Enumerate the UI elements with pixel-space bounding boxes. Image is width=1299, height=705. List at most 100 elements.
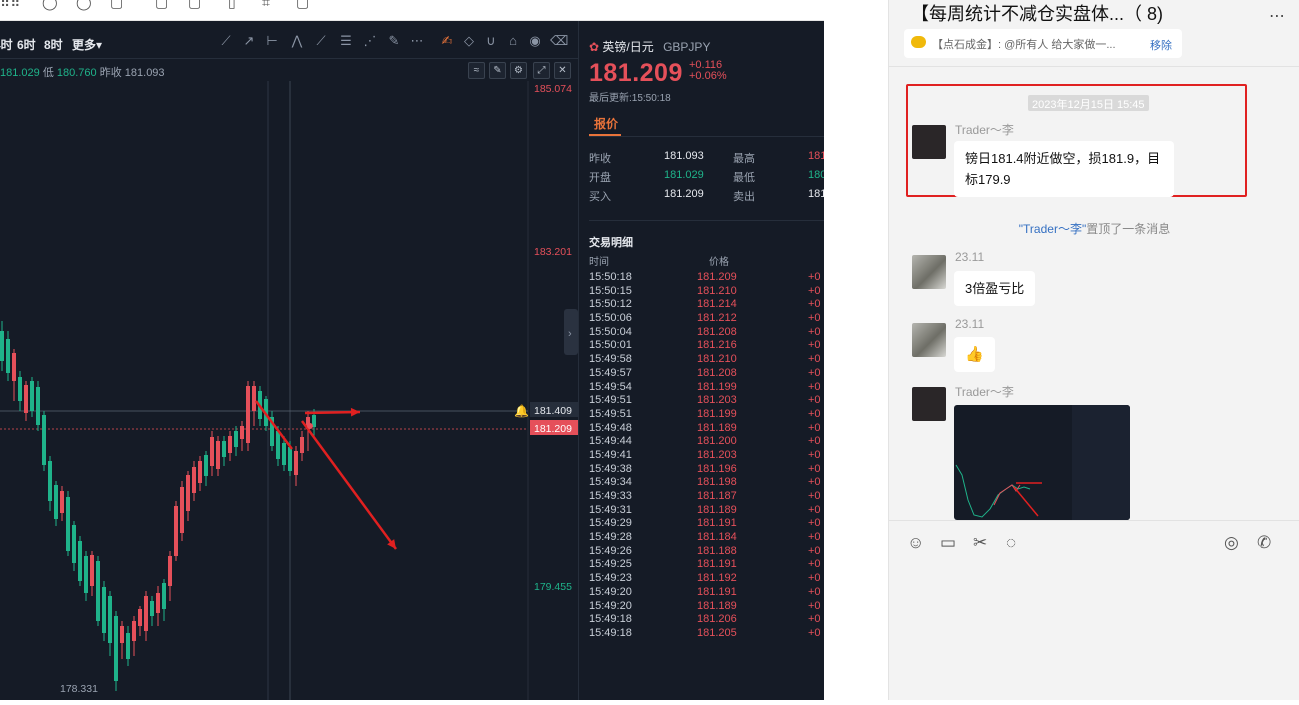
- stat-label: 最高: [733, 153, 755, 165]
- ray-line-icon[interactable]: ⟋: [218, 33, 234, 49]
- sys-user[interactable]: "Trader～李": [1019, 222, 1086, 236]
- trade-row: 15:49:58 181.210 +0: [589, 353, 824, 367]
- horizontal-line-icon[interactable]: ⊢: [264, 33, 280, 49]
- trade-row: 15:49:26 181.188 +0: [589, 545, 824, 559]
- message-timestamp: 2023年12月15日 15:45: [1028, 95, 1149, 111]
- trade-row: 15:49:51 181.199 +0: [589, 408, 824, 422]
- col-price: 价格: [709, 257, 729, 268]
- trade-time: 15:49:51: [589, 394, 632, 407]
- candle-body: [282, 443, 286, 465]
- stat-value: 181: [808, 150, 824, 162]
- trade-row: 15:49:20 181.191 +0: [589, 586, 824, 600]
- avatar[interactable]: [912, 323, 946, 357]
- brush-icon[interactable]: ✎: [386, 33, 402, 49]
- polyline-icon[interactable]: ⋀: [289, 33, 305, 49]
- candle-body: [168, 556, 172, 586]
- call-icon[interactable]: ✆: [1257, 533, 1271, 553]
- candle-body: [78, 541, 82, 581]
- stat-label: 昨收: [589, 153, 611, 165]
- close-icon[interactable]: ✕: [554, 62, 571, 79]
- layout-icon[interactable]: ▢: [188, 0, 201, 11]
- stat-value: 181: [808, 188, 824, 200]
- period-6h[interactable]: 6时: [17, 36, 36, 53]
- candlestick-chart[interactable]: › 🔔 185.074 183.201 179.455 181.409 181.209 178…: [0, 81, 578, 700]
- trade-time: 15:50:15: [589, 284, 632, 297]
- eraser-icon[interactable]: ◇: [461, 33, 477, 49]
- trash-icon[interactable]: ⌫: [550, 33, 568, 49]
- candle-body: [72, 525, 76, 563]
- trade-time: 15:49:38: [589, 462, 632, 475]
- stat-label: 买入: [589, 191, 611, 203]
- emoji-icon[interactable]: ☺: [907, 533, 924, 553]
- candle-body: [114, 616, 118, 681]
- magnet-icon[interactable]: ∪: [483, 33, 499, 49]
- sender-name: 23.11: [955, 317, 985, 331]
- chat-bubble-icon[interactable]: ◌: [1006, 533, 1016, 553]
- scissors-icon[interactable]: ✂: [973, 533, 987, 553]
- chart-toolbar: 4时 6时 8时 更多▾ ⟋ ↗ ⊢ ⋀ ⟋ ☰ ⋰ ✎ ⋯ ✍ ◇ ∪ ⌂ ◉…: [0, 21, 578, 59]
- draw-button[interactable]: ✎: [489, 62, 506, 79]
- search-icon[interactable]: ◯: [42, 0, 58, 11]
- phone-icon[interactable]: ▯: [228, 0, 236, 11]
- more-tools-icon[interactable]: ⋯: [409, 33, 425, 49]
- chart-canvas[interactable]: › 🔔 185.074 183.201 179.455 181.409 181.209 178…: [0, 81, 578, 700]
- camera-icon[interactable]: ◎: [1224, 533, 1239, 553]
- trade-time: 15:49:48: [589, 421, 632, 434]
- indicator-button[interactable]: ≈: [468, 62, 485, 79]
- eye-icon[interactable]: ◉: [527, 33, 543, 49]
- trade-time: 15:49:58: [589, 353, 632, 366]
- more-icon[interactable]: ⋯: [1269, 6, 1285, 26]
- folder-icon[interactable]: ▭: [940, 533, 956, 553]
- trade-change: +0: [808, 613, 821, 626]
- doc-icon[interactable]: ▢: [296, 0, 309, 11]
- trade-change: +0: [808, 572, 821, 585]
- fan-icon[interactable]: ⋰: [362, 33, 378, 49]
- period-8h[interactable]: 8时: [44, 36, 63, 53]
- sender-name: Trader～李: [955, 385, 1014, 399]
- thumbs-up-bubble[interactable]: 👍: [954, 337, 995, 372]
- avatar[interactable]: [912, 255, 946, 289]
- period-4h[interactable]: 4时: [0, 36, 13, 53]
- price-label-mid: 183.201: [534, 246, 572, 258]
- message-bubble[interactable]: 镑日181.4附近做空，损181.9，目标179.9: [954, 141, 1174, 197]
- trade-change: +0: [808, 284, 821, 297]
- fib-icon[interactable]: ☰: [338, 33, 354, 49]
- settings-button[interactable]: ⚙: [510, 62, 527, 79]
- chat-title[interactable]: 【每周统计不减仓实盘体...（ 8): [911, 0, 1163, 26]
- trade-change: +0: [808, 490, 821, 502]
- entry-arrow-head: [350, 407, 360, 417]
- price-label-min: 178.331: [60, 683, 98, 695]
- trade-change: +0: [808, 271, 821, 283]
- tab-quote[interactable]: 报价: [594, 115, 618, 132]
- trade-change: +0: [808, 503, 821, 516]
- candle-body: [144, 596, 148, 631]
- candle-body: [42, 415, 46, 465]
- trade-price: 181.199: [697, 407, 737, 420]
- grid-icon[interactable]: ⠿⠿: [0, 0, 21, 11]
- trade-change: +0: [808, 476, 821, 489]
- stat-value: 181.093: [664, 150, 704, 162]
- window-icon[interactable]: ▢: [110, 0, 123, 11]
- fullscreen-icon[interactable]: ⤢: [533, 62, 550, 79]
- trade-price: 181.214: [697, 298, 737, 311]
- copy-icon[interactable]: ▢: [155, 0, 168, 11]
- price-label-low: 179.455: [534, 581, 572, 593]
- lock-icon[interactable]: ⌂: [505, 33, 521, 49]
- image-attachment[interactable]: [954, 405, 1130, 520]
- crop-icon[interactable]: ⌗: [262, 0, 270, 11]
- avatar[interactable]: [912, 125, 946, 159]
- message-bubble[interactable]: 3倍盈亏比: [954, 271, 1036, 306]
- candle-body: [228, 436, 232, 453]
- trade-time: 15:49:33: [589, 490, 632, 502]
- arrow-line-icon[interactable]: ↗: [241, 33, 257, 49]
- period-more[interactable]: 更多▾: [72, 36, 102, 53]
- trade-row: 15:49:18 181.206 +0: [589, 613, 824, 627]
- pinned-message[interactable]: 【点石成金】: @所有人 给大家做一... 移除: [904, 29, 1182, 58]
- edit-icon[interactable]: ✍: [439, 33, 455, 49]
- zoom-icon[interactable]: ◯: [76, 0, 92, 11]
- segment-icon[interactable]: ⟋: [313, 33, 329, 49]
- remove-pin-button[interactable]: 移除: [1150, 37, 1172, 53]
- quote-panel: ✿ 英镑/日元 GBPJPY 181.209 +0.116 +0.06% 最后更…: [579, 21, 824, 700]
- trade-row: 15:49:29 181.191 +0: [589, 517, 824, 531]
- avatar[interactable]: [912, 387, 946, 421]
